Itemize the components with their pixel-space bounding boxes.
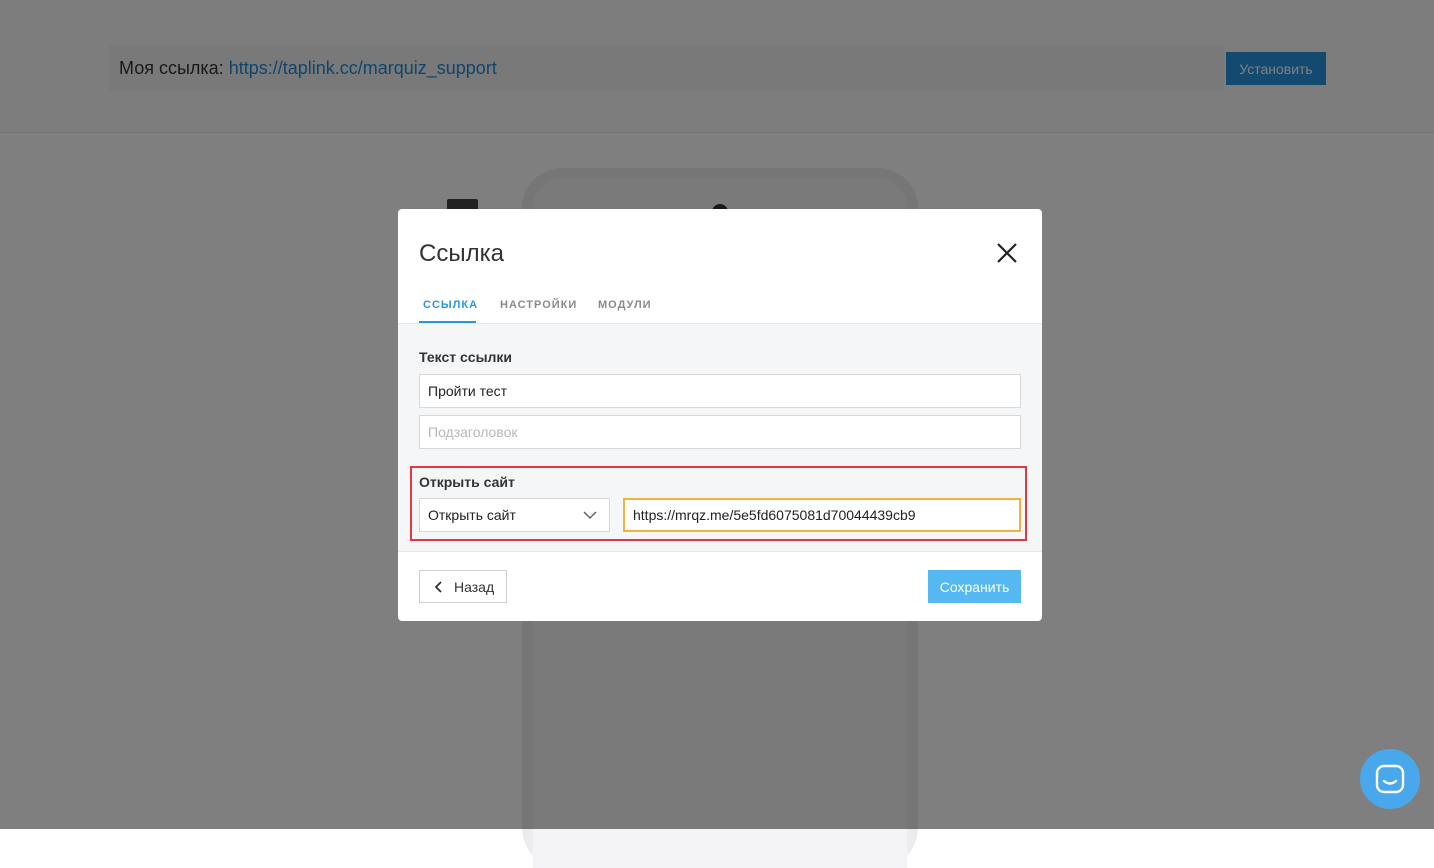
back-button[interactable]: Назад [419, 570, 507, 603]
url-input[interactable] [623, 498, 1021, 532]
close-icon[interactable] [994, 240, 1020, 266]
link-text-label: Текст ссылки [419, 349, 513, 365]
back-button-label: Назад [454, 578, 495, 595]
link-text-input[interactable] [419, 374, 1021, 408]
link-modal: Ссылка ССЫЛКА НАСТРОЙКИ МОДУЛИ Текст ссы… [398, 209, 1042, 621]
tab-bar: ССЫЛКА НАСТРОЙКИ МОДУЛИ [398, 285, 1042, 323]
chevron-down-icon [583, 511, 597, 519]
chat-icon [1375, 764, 1405, 794]
subtitle-input[interactable] [419, 415, 1021, 449]
open-site-label: Открыть сайт [419, 474, 515, 490]
tab-modules[interactable]: МОДУЛИ [598, 299, 652, 311]
modal-body: Текст ссылки Открыть сайт Открыть сайт [398, 323, 1042, 552]
modal-footer: Назад Сохранить [398, 552, 1042, 621]
chat-button[interactable] [1360, 749, 1420, 809]
modal-title: Ссылка [419, 240, 504, 267]
chevron-left-icon [434, 580, 442, 593]
action-select-value: Открыть сайт [428, 507, 516, 523]
tab-settings[interactable]: НАСТРОЙКИ [500, 299, 577, 311]
save-button[interactable]: Сохранить [928, 570, 1021, 603]
action-select[interactable]: Открыть сайт [419, 498, 610, 532]
tab-link[interactable]: ССЫЛКА [423, 299, 478, 311]
